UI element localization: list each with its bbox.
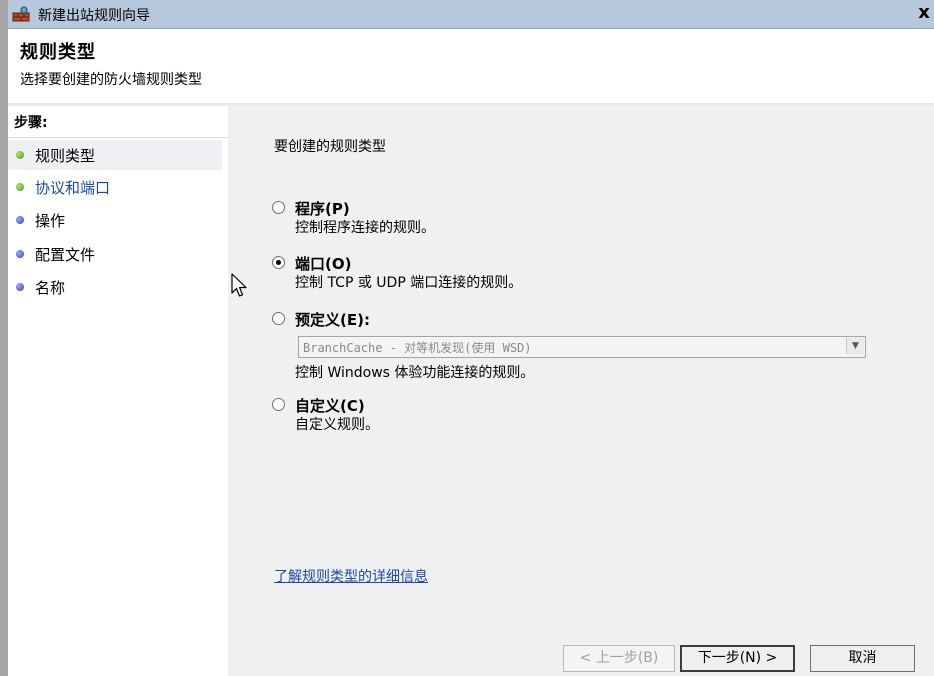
custom-radio[interactable] [272, 398, 285, 411]
step-rule-type: 规则类型 [8, 140, 222, 170]
option-description: 控制 TCP 或 UDP 端口连接的规则。 [295, 275, 523, 291]
step-profile: 配置文件 [8, 239, 222, 269]
predefined-description: 控制 Windows 体验功能连接的规则。 [295, 365, 535, 381]
step-pending-dot-icon [16, 250, 24, 258]
option-label[interactable]: 预定义(E): [295, 309, 370, 330]
step-label: 操作 [35, 212, 66, 230]
predefined-rule-select: BranchCache - 对等机发现(使用 WSD) ▼ [298, 336, 866, 358]
window-left-edge [0, 0, 8, 676]
option-description: 自定义规则。 [295, 417, 379, 433]
step-protocol-and-ports[interactable]: 协议和端口 [8, 172, 222, 202]
program-radio[interactable] [272, 201, 285, 214]
port-radio[interactable] [272, 256, 285, 269]
step-complete-dot-icon [16, 183, 24, 191]
dropdown-arrow-icon: ▼ [846, 338, 864, 354]
step-action: 操作 [8, 205, 222, 235]
rule-type-prompt: 要创建的规则类型 [274, 139, 386, 155]
step-pending-dot-icon [16, 283, 24, 291]
wizard-header: 规则类型 选择要创建的防火墙规则类型 [8, 29, 934, 103]
step-complete-dot-icon [16, 151, 24, 159]
option-description: 控制程序连接的规则。 [295, 220, 435, 236]
close-button[interactable]: x [916, 4, 932, 22]
learn-more-link[interactable]: 了解规则类型的详细信息 [274, 566, 428, 586]
option-label[interactable]: 程序(P) [295, 198, 350, 219]
cancel-button[interactable]: 取消 [810, 645, 915, 672]
page-title: 规则类型 [20, 42, 96, 63]
step-pending-dot-icon [16, 216, 24, 224]
step-name: 名称 [8, 272, 222, 302]
step-label: 规则类型 [35, 147, 96, 165]
predefined-radio[interactable] [272, 312, 285, 325]
page-subtitle: 选择要创建的防火墙规则类型 [20, 72, 202, 88]
firewall-app-icon [12, 6, 30, 22]
steps-sidebar: 步骤: 规则类型 协议和端口 操作 配置文件 名称 [8, 106, 228, 676]
step-label[interactable]: 协议和端口 [35, 177, 110, 198]
main-content: 要创建的规则类型 程序(P) 控制程序连接的规则。 端口(O) 控制 TCP 或… [228, 106, 934, 676]
window-title: 新建出站规则向导 [38, 8, 150, 24]
steps-divider [8, 137, 228, 138]
back-button[interactable]: < 上一步(B) [563, 645, 675, 672]
title-bar: 新建出站规则向导 x [8, 0, 934, 29]
mouse-pointer-icon [231, 273, 247, 297]
step-label: 配置文件 [35, 246, 96, 264]
next-button[interactable]: 下一步(N) > [680, 645, 795, 672]
select-value: BranchCache - 对等机发现(使用 WSD) [303, 341, 532, 355]
steps-title: 步骤: [14, 115, 48, 131]
option-label[interactable]: 自定义(C) [295, 395, 365, 416]
step-label: 名称 [35, 279, 66, 297]
option-label[interactable]: 端口(O) [295, 253, 351, 274]
